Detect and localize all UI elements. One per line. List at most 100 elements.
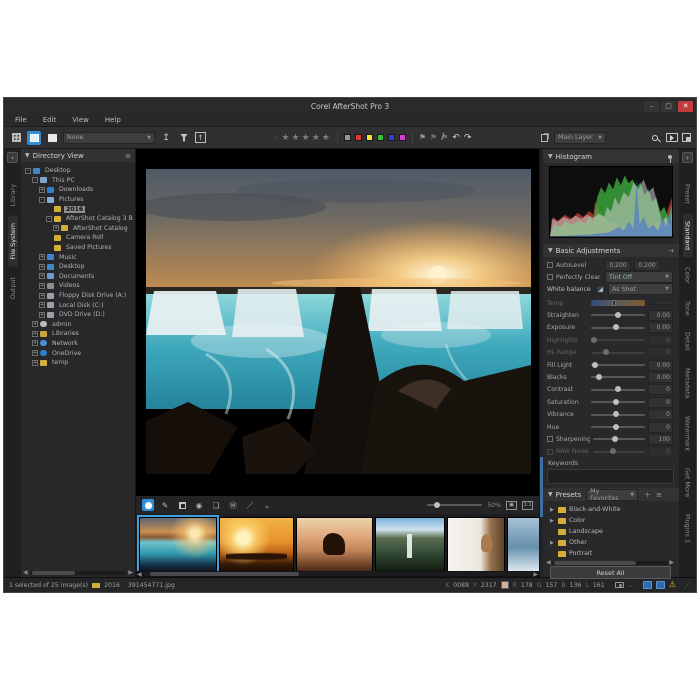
presets-dropdown[interactable]: My Favorites ▼ bbox=[586, 489, 638, 501]
scroll-right-icon[interactable]: ▶ bbox=[128, 569, 133, 576]
tree-item-local-disk-c[interactable]: +Local Disk (C:) bbox=[21, 300, 135, 310]
tree-item-downloads[interactable]: +Downloads bbox=[21, 185, 135, 195]
flag-unflag-icon[interactable]: ⚑ bbox=[430, 134, 437, 142]
hue-value[interactable]: 0 bbox=[648, 422, 673, 433]
tree-expander-icon[interactable]: + bbox=[39, 273, 45, 279]
scroll-right-icon[interactable]: ▶ bbox=[533, 571, 538, 578]
slideshow-button[interactable] bbox=[666, 133, 678, 142]
tree-expander-icon[interactable]: + bbox=[39, 254, 45, 260]
rating-star-3[interactable]: ★ bbox=[302, 133, 311, 143]
tree-item-desktop[interactable]: +Desktop bbox=[21, 262, 135, 272]
presets-header[interactable]: ▼ Presets My Favorites ▼ ＋ ≡ bbox=[543, 488, 679, 501]
search-button[interactable] bbox=[648, 131, 662, 145]
panel-tab-tone[interactable]: Tone bbox=[683, 294, 693, 323]
undo-button[interactable]: ↶ bbox=[452, 133, 460, 143]
export-button[interactable]: ↑ bbox=[195, 132, 206, 143]
zoom-slider-handle[interactable] bbox=[434, 502, 440, 508]
vibrance-slider[interactable] bbox=[591, 414, 645, 416]
scroll-left-icon[interactable]: ◀ bbox=[137, 571, 142, 578]
autolevel-value-1[interactable]: 0.200 bbox=[605, 260, 631, 271]
directory-scrollbar[interactable]: ◀ ▶ bbox=[21, 568, 135, 577]
panel-tab-preset[interactable]: Preset bbox=[683, 177, 693, 211]
tree-item-desktop[interactable]: -Desktop bbox=[21, 166, 135, 176]
tree-expander-icon[interactable]: + bbox=[53, 225, 59, 231]
zoom-slider[interactable] bbox=[427, 504, 482, 506]
fit-to-screen-button[interactable]: ▣ bbox=[506, 501, 517, 510]
layer-dropdown[interactable]: Main Layer ▼ bbox=[554, 132, 606, 144]
slider-handle[interactable] bbox=[591, 337, 597, 343]
thumbnail-canyon-waterfall[interactable] bbox=[375, 517, 445, 572]
tree-expander-icon[interactable]: + bbox=[32, 350, 38, 356]
scroll-track[interactable] bbox=[143, 572, 533, 576]
tree-item-this-pc[interactable]: -This PC bbox=[21, 176, 135, 186]
raw-noise-slider[interactable] bbox=[593, 451, 645, 453]
tree-expander-icon[interactable]: + bbox=[39, 283, 45, 289]
tree-item-videos[interactable]: +Videos bbox=[21, 281, 135, 291]
panel-menu-icon[interactable]: ≡ bbox=[125, 152, 131, 160]
contrast-value[interactable]: 0 bbox=[648, 384, 673, 395]
color-label-1[interactable] bbox=[344, 134, 351, 141]
slider-handle[interactable] bbox=[615, 312, 621, 318]
slider-handle[interactable] bbox=[612, 436, 618, 442]
tree-item-2016[interactable]: 2016 bbox=[21, 204, 135, 214]
preset-folder-black-and-white[interactable]: ▶Black-and-White bbox=[550, 504, 674, 515]
add-preset-icon[interactable]: ＋ bbox=[644, 490, 651, 500]
perfectly-clear-checkbox[interactable] bbox=[547, 274, 553, 280]
raw-noise-checkbox[interactable] bbox=[547, 449, 553, 455]
scroll-left-icon[interactable]: ◀ bbox=[546, 559, 551, 566]
watermark-tool-button[interactable]: Ⓦ bbox=[227, 499, 239, 511]
single-view-button[interactable] bbox=[45, 131, 59, 145]
histogram-header[interactable]: ▼ Histogram bbox=[543, 150, 679, 163]
highlights-slider[interactable] bbox=[591, 339, 645, 341]
temp-slider[interactable] bbox=[591, 300, 645, 306]
resize-grip[interactable]: ⋰ bbox=[684, 581, 691, 589]
panel-tab-color[interactable]: Color bbox=[683, 260, 693, 291]
tree-expander-icon[interactable]: - bbox=[39, 197, 45, 203]
image-viewer[interactable] bbox=[136, 149, 539, 496]
tree-expander-icon[interactable]: + bbox=[39, 302, 45, 308]
scroll-right-icon[interactable]: ▶ bbox=[669, 559, 674, 566]
redeye-tool-button[interactable]: ◉ bbox=[193, 499, 205, 511]
panel-tab-plugins-1[interactable]: Plugins 1 bbox=[683, 507, 693, 550]
scroll-left-icon[interactable]: ◀ bbox=[23, 569, 28, 576]
preset-folder-color[interactable]: ▶Color bbox=[550, 515, 674, 526]
tree-item-saved-pictures[interactable]: Saved Pictures bbox=[21, 243, 135, 253]
slider-handle[interactable] bbox=[596, 374, 602, 380]
tree-item-onedrive[interactable]: +OneDrive bbox=[21, 348, 135, 358]
tree-expander-icon[interactable]: + bbox=[32, 331, 38, 337]
tree-expander-icon[interactable]: + bbox=[39, 264, 45, 270]
panel-tab-standard[interactable]: Standard bbox=[683, 214, 693, 257]
slider-handle[interactable] bbox=[613, 399, 619, 405]
color-label-3[interactable] bbox=[366, 134, 373, 141]
maximize-button[interactable]: ▢ bbox=[661, 101, 676, 112]
tree-expander-icon[interactable]: + bbox=[32, 360, 38, 366]
close-button[interactable]: ✕ bbox=[678, 101, 693, 112]
sidebar-tab-library[interactable]: Library bbox=[8, 177, 18, 213]
tree-item-libraries[interactable]: +Libraries bbox=[21, 329, 135, 339]
tree-expander-icon[interactable]: - bbox=[46, 216, 52, 222]
slider-handle[interactable] bbox=[603, 349, 609, 355]
panel-tab-get-more[interactable]: Get More bbox=[683, 461, 693, 504]
hl-range-value[interactable]: 0 bbox=[648, 347, 673, 358]
rating-star-4[interactable]: ★ bbox=[312, 133, 321, 143]
color-label-5[interactable] bbox=[388, 134, 395, 141]
flag-clear-icon[interactable]: ⚑∕ bbox=[441, 134, 448, 142]
sharpening-slider[interactable] bbox=[593, 438, 645, 440]
warning-icon[interactable]: ⚠ bbox=[669, 581, 676, 589]
status-toggle-icon-1[interactable] bbox=[643, 581, 652, 589]
tree-item-floppy-disk-drive-a[interactable]: +Floppy Disk Drive (A:) bbox=[21, 291, 135, 301]
clone-tool-button[interactable]: ❏ bbox=[210, 499, 222, 511]
blacks-value[interactable]: 0.00 bbox=[648, 372, 673, 383]
blacks-slider[interactable] bbox=[591, 376, 645, 378]
tree-expander-icon[interactable]: - bbox=[32, 177, 38, 183]
expand-arrow-icon[interactable]: ▶ bbox=[550, 507, 555, 513]
hue-slider[interactable] bbox=[591, 426, 645, 428]
tree-item-aftershot-catalog-3-b[interactable]: -AfterShot Catalog 3 B bbox=[21, 214, 135, 224]
presets-scrollbar[interactable]: ◀ ▶ bbox=[546, 560, 674, 565]
panel-tab-detail[interactable]: Detail bbox=[683, 325, 693, 358]
slider-handle[interactable] bbox=[612, 300, 616, 306]
color-label-6[interactable] bbox=[399, 134, 406, 141]
scroll-thumb[interactable] bbox=[32, 571, 76, 575]
slider-handle[interactable] bbox=[613, 324, 619, 330]
panel-tab-watermark[interactable]: Watermark bbox=[683, 409, 693, 458]
